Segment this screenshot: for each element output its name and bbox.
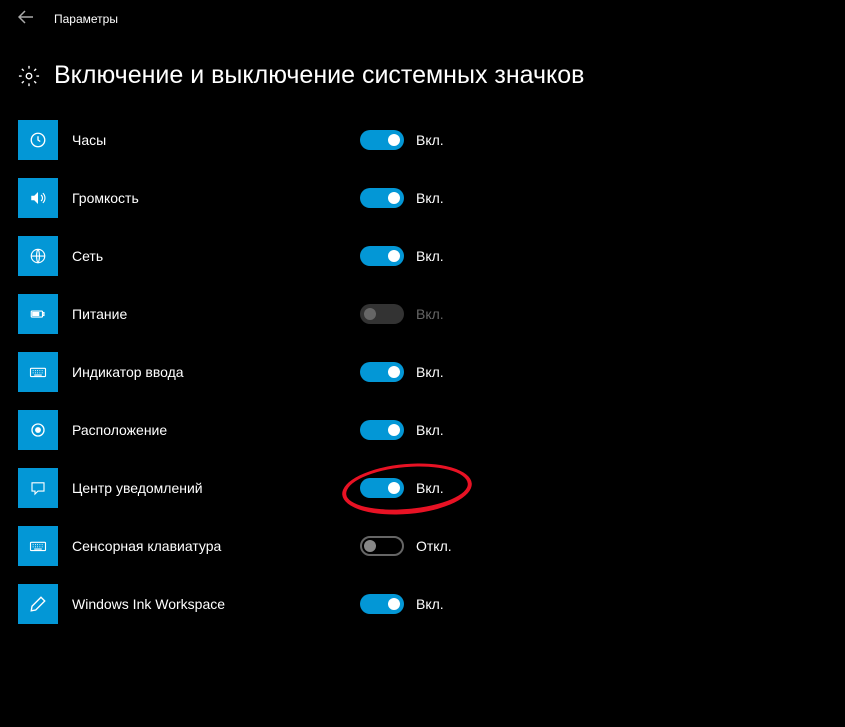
toggle-container-windows-ink: Вкл. [360, 594, 444, 614]
toggle-state-label-location: Вкл. [416, 422, 444, 438]
toggle-container-input-indicator: Вкл. [360, 362, 444, 382]
toggle-state-label-action-center: Вкл. [416, 480, 444, 496]
toggle-state-label-clock: Вкл. [416, 132, 444, 148]
toggle-thumb [388, 192, 400, 204]
notification-icon [18, 468, 58, 508]
toggle-thumb [388, 424, 400, 436]
setting-label-location: Расположение [72, 422, 360, 438]
toggle-container-action-center: Вкл. [360, 478, 444, 498]
app-title: Параметры [54, 12, 118, 26]
volume-icon [18, 178, 58, 218]
toggle-state-label-input-indicator: Вкл. [416, 364, 444, 380]
toggle-container-location: Вкл. [360, 420, 444, 440]
back-button[interactable] [18, 10, 34, 27]
toggle-container-network: Вкл. [360, 246, 444, 266]
toggle-state-label-volume: Вкл. [416, 190, 444, 206]
setting-row-windows-ink: Windows Ink Workspace Вкл. [18, 584, 827, 624]
setting-row-action-center: Центр уведомлений Вкл. [18, 468, 827, 508]
setting-label-input-indicator: Индикатор ввода [72, 364, 360, 380]
toggle-container-power: Вкл. [360, 304, 444, 324]
keyboard-icon [18, 352, 58, 392]
setting-label-network: Сеть [72, 248, 360, 264]
setting-label-touch-keyboard: Сенсорная клавиатура [72, 538, 360, 554]
ink-icon [18, 584, 58, 624]
toggle-container-touch-keyboard: Откл. [360, 536, 452, 556]
setting-row-touch-keyboard: Сенсорная клавиатура Откл. [18, 526, 827, 566]
setting-row-network: Сеть Вкл. [18, 236, 827, 276]
toggle-thumb [388, 134, 400, 146]
touch-keyboard-icon [18, 526, 58, 566]
toggle-touch-keyboard[interactable] [360, 536, 404, 556]
location-icon [18, 410, 58, 450]
toggle-thumb [364, 308, 376, 320]
toggle-thumb [388, 366, 400, 378]
power-icon [18, 294, 58, 334]
setting-row-volume: Громкость Вкл. [18, 178, 827, 218]
setting-row-location: Расположение Вкл. [18, 410, 827, 450]
toggle-windows-ink[interactable] [360, 594, 404, 614]
toggle-action-center[interactable] [360, 478, 404, 498]
toggle-power [360, 304, 404, 324]
setting-label-action-center: Центр уведомлений [72, 480, 360, 496]
toggle-location[interactable] [360, 420, 404, 440]
toggle-thumb [388, 482, 400, 494]
setting-label-power: Питание [72, 306, 360, 322]
setting-label-windows-ink: Windows Ink Workspace [72, 596, 360, 612]
gear-icon [18, 65, 40, 87]
toggle-container-clock: Вкл. [360, 130, 444, 150]
page-title: Включение и выключение системных значков [54, 61, 584, 90]
setting-label-volume: Громкость [72, 190, 360, 206]
setting-row-power: Питание Вкл. [18, 294, 827, 334]
toggle-input-indicator[interactable] [360, 362, 404, 382]
toggle-volume[interactable] [360, 188, 404, 208]
toggle-clock[interactable] [360, 130, 404, 150]
setting-label-clock: Часы [72, 132, 360, 148]
network-icon [18, 236, 58, 276]
toggle-state-label-power: Вкл. [416, 306, 444, 322]
toggle-state-label-touch-keyboard: Откл. [416, 538, 452, 554]
clock-icon [18, 120, 58, 160]
toggle-thumb [388, 598, 400, 610]
toggle-network[interactable] [360, 246, 404, 266]
toggle-thumb [388, 250, 400, 262]
toggle-state-label-windows-ink: Вкл. [416, 596, 444, 612]
toggle-thumb [364, 540, 376, 552]
setting-row-input-indicator: Индикатор ввода Вкл. [18, 352, 827, 392]
toggle-container-volume: Вкл. [360, 188, 444, 208]
setting-row-clock: Часы Вкл. [18, 120, 827, 160]
toggle-state-label-network: Вкл. [416, 248, 444, 264]
